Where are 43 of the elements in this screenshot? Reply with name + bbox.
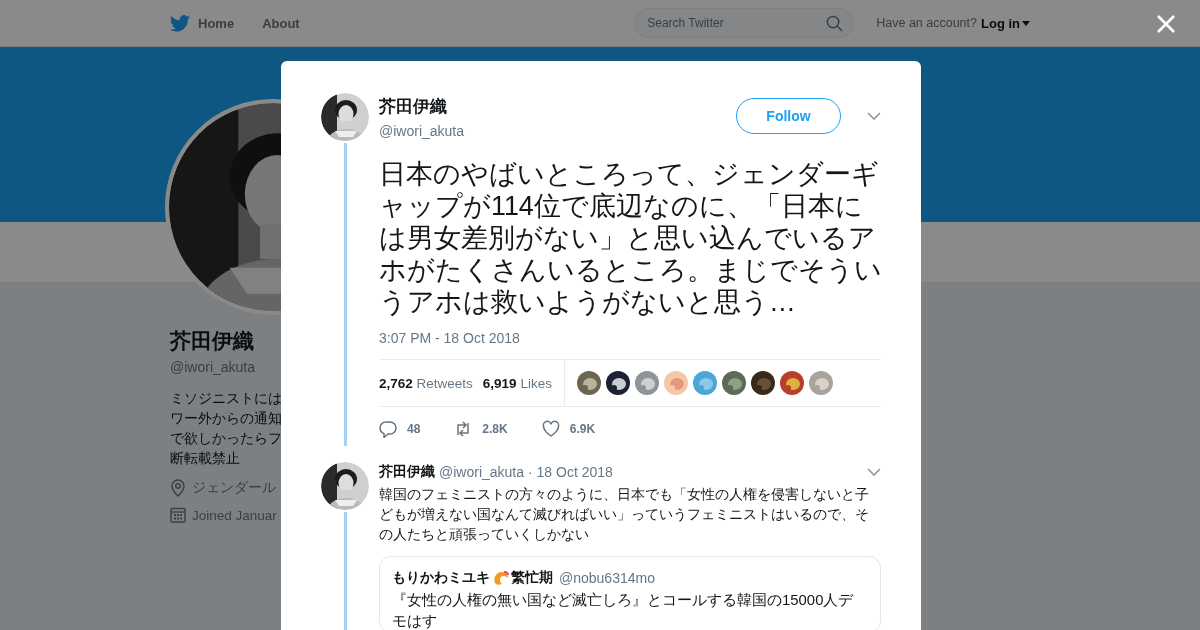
like-button[interactable]: 6.9K (541, 420, 596, 438)
quoted-tweet-text: 『女性の人権の無い国など滅亡しろ』とコールする韓国の15000人デモはす (392, 591, 855, 630)
account-prompt: Have an account? (876, 16, 977, 30)
bio-line: で欲しかったらフ (170, 430, 282, 448)
quoted-author-name: 繁忙期 (511, 569, 553, 587)
home-link[interactable]: Home (170, 14, 235, 32)
quoted-tweet[interactable]: もりかわミユキ 繁忙期 @nobu6314mo 『女性の人権の無い国など滅亡しろ』とコールする韓国の15000人デモはす (379, 556, 881, 630)
chevron-icon[interactable] (867, 112, 881, 120)
profile-location: ジェンダール (192, 479, 276, 497)
stat-link[interactable]: 6,919 Likes (482, 375, 552, 391)
tweet-timestamp: 3:07 PM - 18 Oct 2018 (379, 330, 521, 346)
quoted-author-name: もりかわミユキ (392, 569, 490, 587)
login-link[interactable]: Log in (981, 15, 1030, 31)
profile-joined: Joined Januar (192, 507, 277, 523)
quoted-author-handle: @nobu6314mo (559, 570, 655, 586)
calendar-icon (170, 507, 186, 523)
tweet-date[interactable]: · 18 Oct 2018 (528, 464, 613, 480)
tweet-text: 日本のやばいところって、ジェンダーギャップが114位で底辺なのに、「日本には男女差別がない」と思い込んでいるアホがたくさんいるところ。まじでそういうアホは救いようがないと思う… (379, 158, 883, 318)
retweet-button[interactable]: 2.8K (454, 420, 508, 438)
profile-name: 芥田伊織 (170, 328, 254, 354)
heart-icon (541, 420, 560, 438)
bird-icon (170, 14, 190, 32)
tweet-text: 韓国のフェミニストの方々のように、日本でも「女性の人権を侵害しないと子どもが増えない国なんて滅びればいい」っていうフェミニストはいるので、その人たちと頑張っていくしかない (379, 485, 870, 544)
search-field[interactable]: Search Twitter (634, 8, 855, 38)
stat-link[interactable]: 2,762 Retweets (379, 375, 473, 391)
close-button[interactable] (1156, 14, 1176, 34)
shrimp-icon (492, 569, 509, 587)
caret-icon (1022, 20, 1030, 26)
bio-line: ワー外からの通知 (170, 410, 282, 428)
location-pin-icon (170, 479, 186, 497)
follow-button[interactable]: Follow (736, 98, 841, 134)
reply-button[interactable]: 48 (379, 420, 421, 438)
author-handle[interactable]: @iwori_akuta (439, 464, 525, 480)
profile-handle: @iwori_akuta (170, 359, 256, 375)
author-name[interactable]: 芥田伊織 (379, 95, 736, 118)
bio-line: 断転載禁止 (170, 450, 240, 468)
author-handle[interactable]: @iwori_akuta (379, 123, 736, 139)
speech-bubble-icon (379, 420, 397, 438)
search-icon (826, 15, 844, 32)
chevron-icon[interactable] (867, 468, 881, 476)
bio-line: ミソジニストには (170, 390, 282, 408)
author-name[interactable]: 芥田伊織 (379, 463, 435, 481)
nav-link[interactable]: About (262, 15, 300, 31)
